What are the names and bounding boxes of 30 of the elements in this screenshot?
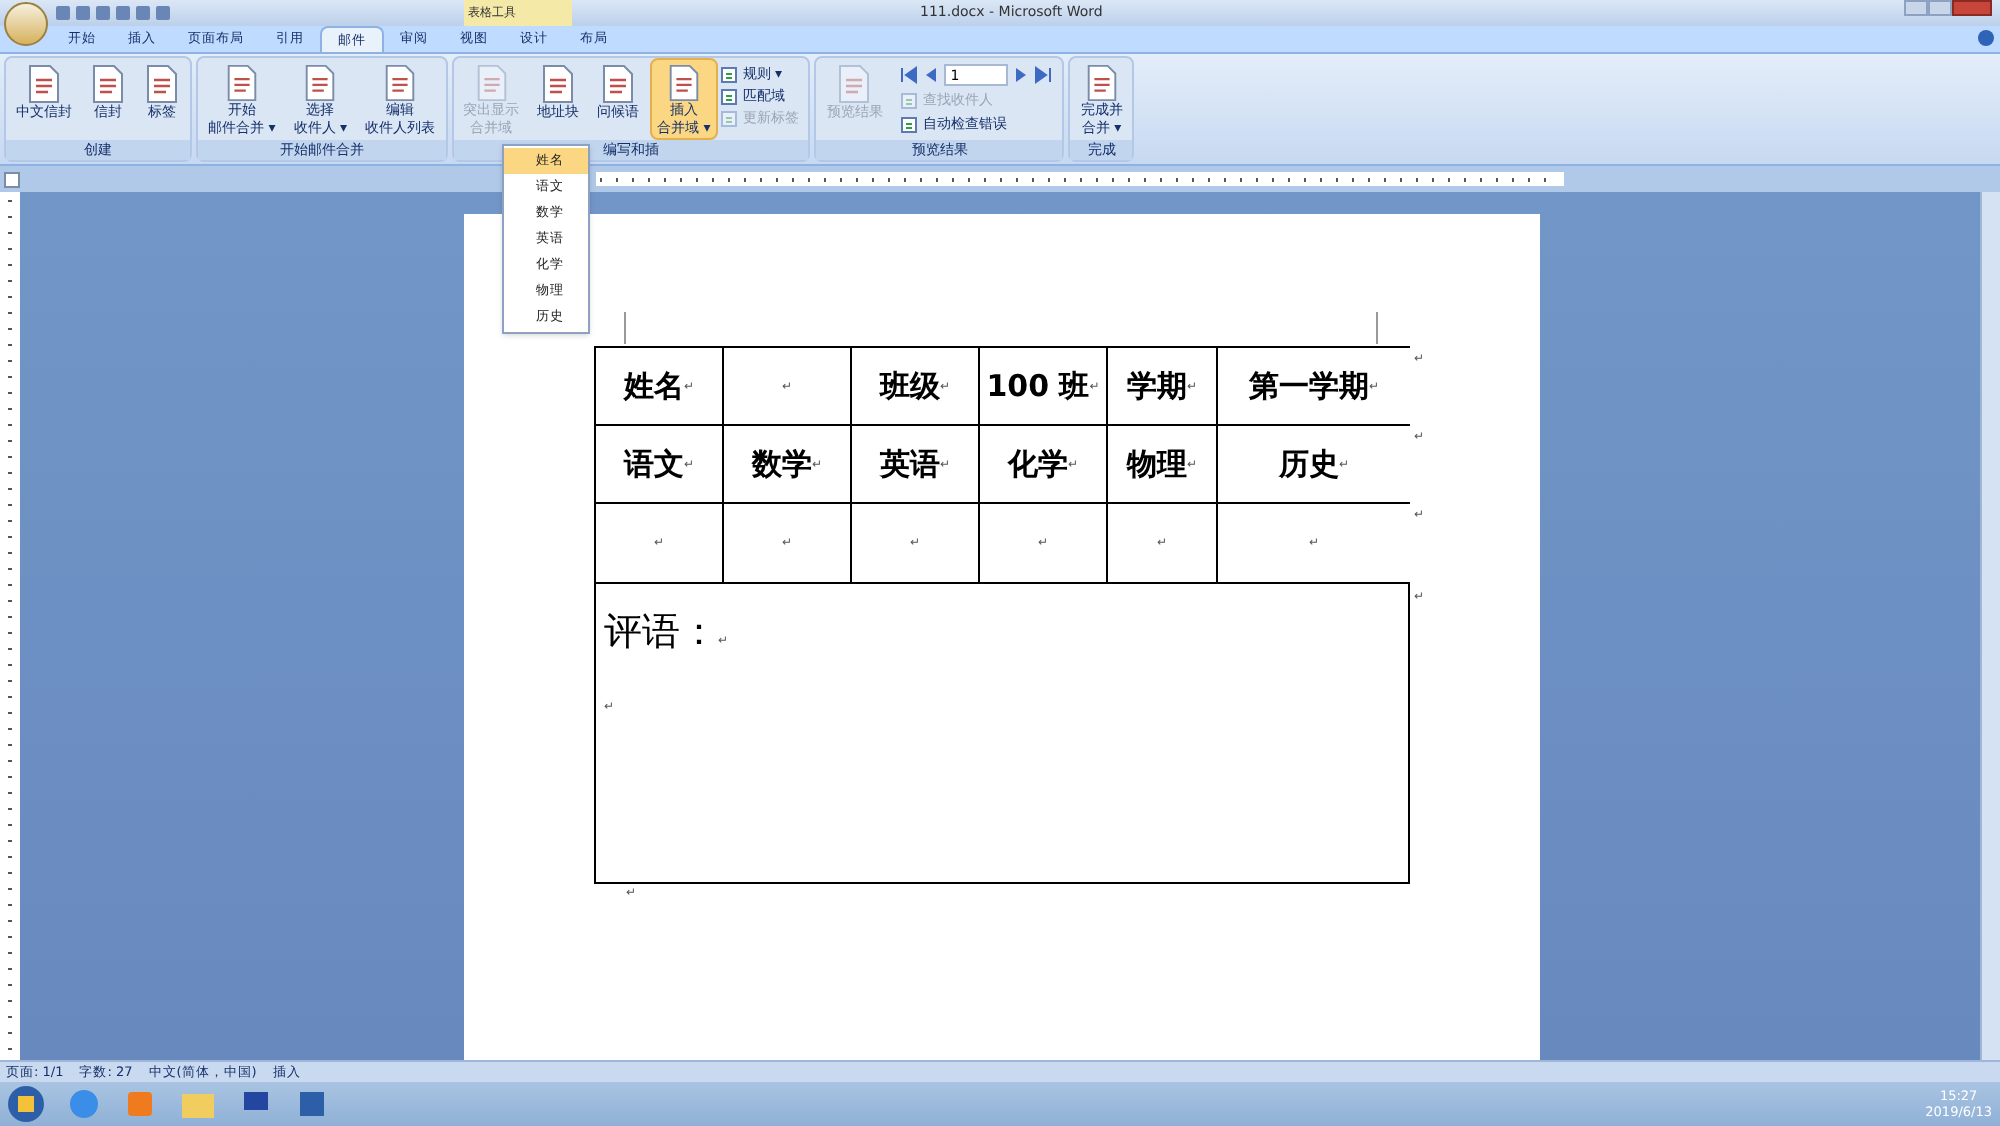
page-icon <box>382 64 418 102</box>
small-page-icon <box>900 115 919 133</box>
tab-selector[interactable] <box>4 171 20 187</box>
page-icon <box>26 64 62 104</box>
page-icon <box>473 64 509 102</box>
small-page-icon <box>720 87 739 105</box>
restore-button[interactable] <box>1928 0 1952 16</box>
start-icon[interactable] <box>8 1086 44 1122</box>
page-icon <box>836 64 873 104</box>
previous-icon[interactable] <box>922 66 941 84</box>
folder-icon[interactable] <box>180 1088 216 1120</box>
small-page-icon <box>720 109 739 127</box>
page-icon <box>302 64 339 102</box>
corner-mark <box>624 312 628 344</box>
page-icon <box>600 64 636 104</box>
corner-mark <box>1376 312 1380 344</box>
next-icon[interactable] <box>1012 66 1031 84</box>
minimize-button[interactable] <box>1904 0 1928 16</box>
small-page-icon <box>900 91 919 109</box>
page-icon <box>665 64 702 102</box>
page-icon <box>223 64 260 102</box>
page-icon <box>90 64 126 104</box>
office-button[interactable] <box>4 2 48 46</box>
page-icon <box>540 64 576 104</box>
page-icon <box>1083 64 1120 102</box>
small-page-icon <box>720 65 739 83</box>
first-icon[interactable] <box>900 66 919 84</box>
page-icon <box>144 64 180 104</box>
last-icon[interactable] <box>1034 66 1053 84</box>
close-button[interactable] <box>1952 0 1992 16</box>
